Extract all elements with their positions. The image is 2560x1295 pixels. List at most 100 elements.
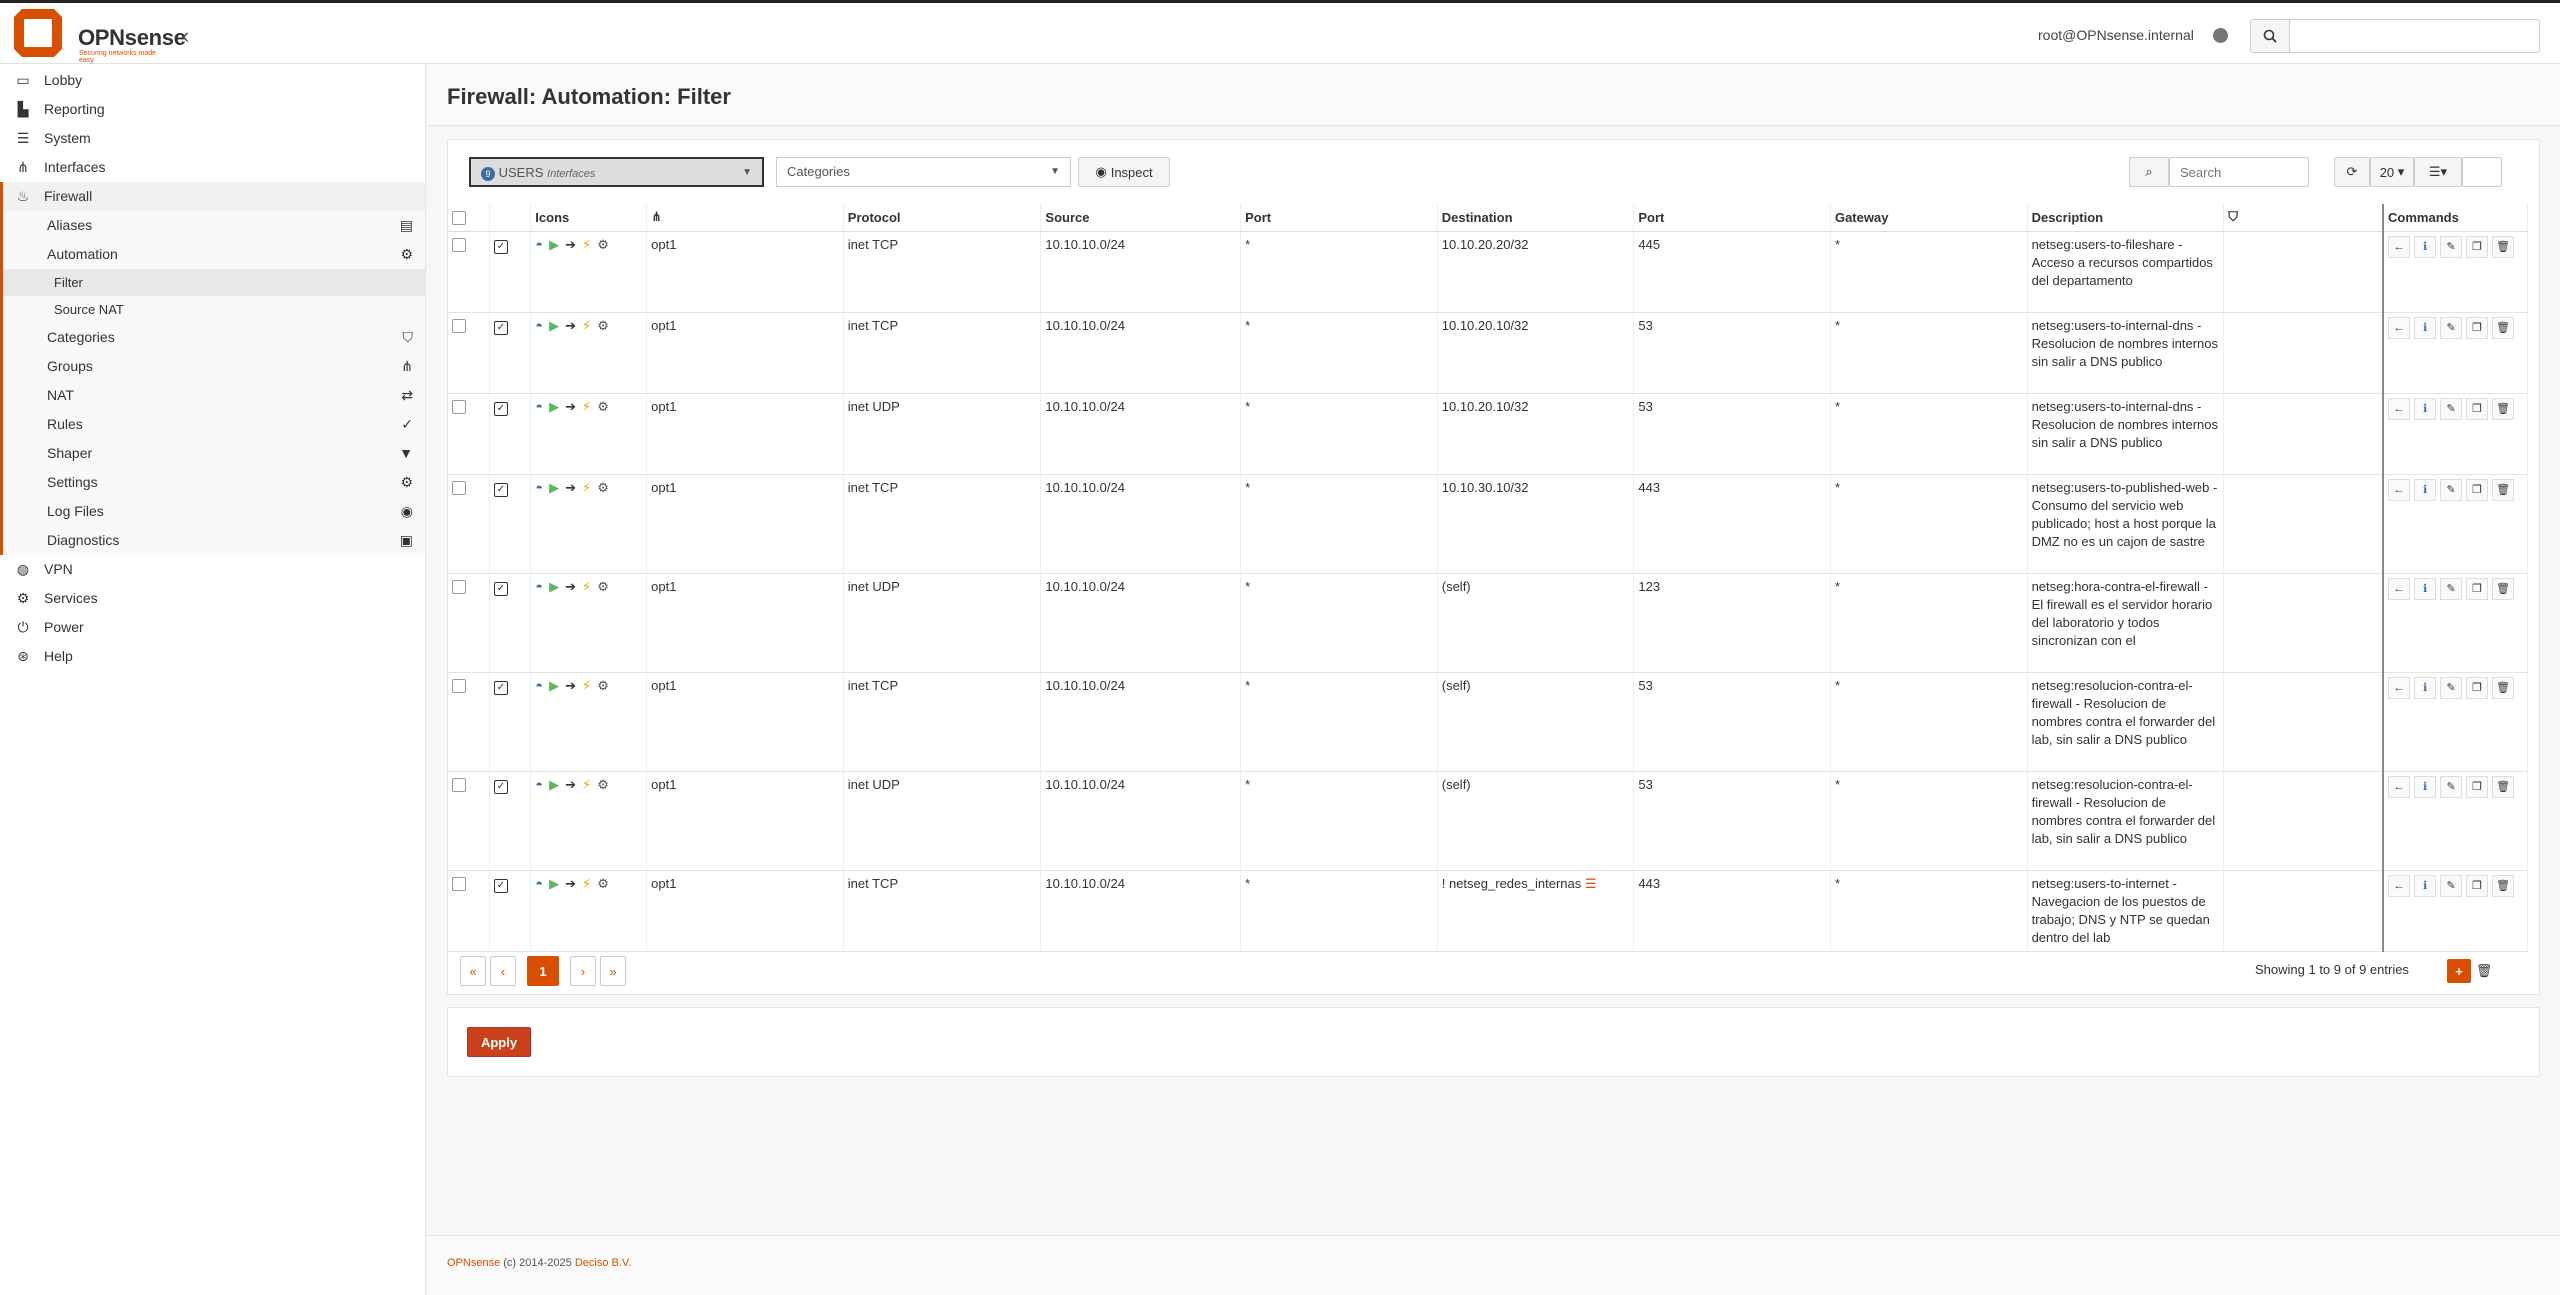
row-enabled-toggle[interactable]: ✓ (489, 573, 532, 673)
column-header-interface[interactable]: ⋔ (646, 204, 844, 232)
edit-icon[interactable]: ✎ (2440, 478, 2463, 501)
info-icon[interactable]: ℹ (2414, 478, 2437, 501)
sidebar-item-automation[interactable]: Automation ⚙ (0, 240, 425, 269)
row-enabled-toggle[interactable]: ✓ (489, 393, 532, 475)
move-before-icon[interactable]: ← (2388, 397, 2411, 420)
table-row[interactable]: ✓ ◓ ▶ ➔ ⚡ ⚙ opt1 inet TCP 10.10.10.0/24 * 10.10.30… (448, 474, 2529, 574)
clone-icon[interactable]: ❐ (2466, 397, 2489, 420)
move-before-icon[interactable]: ← (2388, 775, 2411, 798)
move-before-icon[interactable]: ← (2388, 676, 2411, 699)
sidebar-item-services[interactable]: ⚙ Services (0, 584, 425, 613)
sidebar-item-nat[interactable]: NAT ⇄ (0, 381, 425, 410)
column-header-protocol[interactable]: Protocol (843, 204, 1042, 232)
table-row[interactable]: ✓ ◓ ▶ ➔ ⚡ ⚙ opt1 inet UDP 10.10.10.0/24 * (self) 53… (448, 771, 2529, 871)
edit-icon[interactable]: ✎ (2440, 235, 2463, 258)
last-page-button[interactable]: » (600, 956, 626, 986)
row-select-checkbox[interactable] (448, 312, 490, 394)
column-header-destination-port[interactable]: Port (1633, 204, 1831, 232)
table-search-button[interactable]: ⌕ (2129, 157, 2169, 187)
sidebar-collapse-icon[interactable]: ‹ (182, 23, 189, 49)
row-enabled-toggle[interactable]: ✓ (489, 771, 532, 871)
row-select-checkbox[interactable] (448, 231, 490, 313)
pass-icon[interactable]: ▶ (549, 399, 559, 414)
prev-page-button[interactable]: ‹ (490, 956, 516, 986)
select-all-checkbox[interactable] (448, 204, 490, 232)
sidebar-item-filter[interactable]: Filter (0, 269, 425, 296)
sidebar-item-help[interactable]: ⊛ Help (0, 642, 425, 671)
refresh-button[interactable]: ⟳ (2334, 157, 2370, 187)
opnsense-logo[interactable]: OPNsense Securing networks made easy (10, 9, 186, 64)
clone-icon[interactable]: ❐ (2466, 775, 2489, 798)
pass-icon[interactable]: ▶ (549, 876, 559, 891)
table-search-input[interactable] (2169, 157, 2309, 187)
search-button[interactable] (2250, 19, 2290, 53)
sidebar-item-source-nat[interactable]: Source NAT (0, 296, 425, 323)
move-before-icon[interactable]: ← (2388, 316, 2411, 339)
footer-brand-link[interactable]: OPNsense (447, 1257, 500, 1269)
move-before-icon[interactable]: ← (2388, 235, 2411, 258)
trash-icon[interactable]: 🗑 (2492, 676, 2515, 699)
trash-icon[interactable]: 🗑 (2492, 577, 2515, 600)
info-icon[interactable]: ℹ (2414, 316, 2437, 339)
edit-icon[interactable]: ✎ (2440, 874, 2463, 897)
footer-company-link[interactable]: Deciso B.V. (575, 1257, 631, 1269)
column-header-source-port[interactable]: Port (1240, 204, 1438, 232)
pass-icon[interactable]: ▶ (549, 237, 559, 252)
columns-select[interactable]: ☰▾ (2414, 157, 2462, 187)
clone-icon[interactable]: ❐ (2466, 577, 2489, 600)
sidebar-item-rules[interactable]: Rules ✓ (0, 410, 425, 439)
edit-icon[interactable]: ✎ (2440, 577, 2463, 600)
status-indicator-icon[interactable] (2213, 28, 2228, 43)
move-before-icon[interactable]: ← (2388, 577, 2411, 600)
sidebar-item-groups[interactable]: Groups ⋔ (0, 352, 425, 381)
table-row[interactable]: ✓ ◓ ▶ ➔ ⚡ ⚙ opt1 inet UDP 10.10.10.0/24 * 10.10.20… (448, 393, 2529, 475)
row-select-checkbox[interactable] (448, 573, 490, 673)
inspect-button[interactable]: ◉ Inspect (1078, 157, 1170, 187)
sidebar-item-power[interactable]: ⏻ Power (0, 613, 425, 642)
pass-icon[interactable]: ▶ (549, 318, 559, 333)
next-page-button[interactable]: › (570, 956, 596, 986)
first-page-button[interactable]: « (460, 956, 486, 986)
trash-icon[interactable]: 🗑 (2492, 235, 2515, 258)
edit-icon[interactable]: ✎ (2440, 775, 2463, 798)
trash-icon[interactable]: 🗑 (2492, 478, 2515, 501)
column-header-icons[interactable]: Icons (530, 204, 648, 232)
delete-selected-button[interactable]: 🗑 (2474, 959, 2494, 983)
info-icon[interactable]: ℹ (2414, 397, 2437, 420)
table-row[interactable]: ✓ ◓ ▶ ➔ ⚡ ⚙ opt1 inet UDP 10.10.10.0/24 * (self) 12… (448, 573, 2529, 673)
pass-icon[interactable]: ▶ (549, 678, 559, 693)
clone-icon[interactable]: ❐ (2466, 235, 2489, 258)
sidebar-item-firewall[interactable]: ♨ Firewall (0, 182, 425, 211)
clone-icon[interactable]: ❐ (2466, 478, 2489, 501)
sidebar-item-reporting[interactable]: ▙ Reporting (0, 95, 425, 124)
global-search-input[interactable] (2290, 19, 2540, 53)
trash-icon[interactable]: 🗑 (2492, 316, 2515, 339)
row-select-checkbox[interactable] (448, 393, 490, 475)
edit-icon[interactable]: ✎ (2440, 397, 2463, 420)
trash-icon[interactable]: 🗑 (2492, 874, 2515, 897)
column-header-description[interactable]: Description (2027, 204, 2225, 232)
row-enabled-toggle[interactable]: ✓ (489, 474, 532, 574)
move-before-icon[interactable]: ← (2388, 874, 2411, 897)
sidebar-item-diagnostics[interactable]: Diagnostics ▣ (0, 526, 425, 555)
sidebar-item-system[interactable]: ☰ System (0, 124, 425, 153)
sidebar-item-log-files[interactable]: Log Files ◉ (0, 497, 425, 526)
info-icon[interactable]: ℹ (2414, 235, 2437, 258)
table-row[interactable]: ✓ ◓ ▶ ➔ ⚡ ⚙ opt1 inet TCP 10.10.10.0/24 * 10.10.20… (448, 231, 2529, 313)
user-menu[interactable]: root@OPNsense.internal (2038, 27, 2194, 43)
info-icon[interactable]: ℹ (2414, 676, 2437, 699)
table-row[interactable]: ✓ ◓ ▶ ➔ ⚡ ⚙ opt1 inet TCP 10.10.10.0/24 * 10.10.20… (448, 312, 2529, 394)
info-icon[interactable]: ℹ (2414, 577, 2437, 600)
pass-icon[interactable]: ▶ (549, 579, 559, 594)
edit-icon[interactable]: ✎ (2440, 676, 2463, 699)
edit-icon[interactable]: ✎ (2440, 316, 2463, 339)
row-enabled-toggle[interactable]: ✓ (489, 870, 532, 952)
clone-icon[interactable]: ❐ (2466, 676, 2489, 699)
row-enabled-toggle[interactable]: ✓ (489, 312, 532, 394)
clone-icon[interactable]: ❐ (2466, 316, 2489, 339)
clone-icon[interactable]: ❐ (2466, 874, 2489, 897)
sidebar-item-categories[interactable]: Categories ⛉ (0, 323, 425, 352)
info-icon[interactable]: ℹ (2414, 874, 2437, 897)
alias-list-icon[interactable]: ☰ (1585, 876, 1597, 891)
move-before-icon[interactable]: ← (2388, 478, 2411, 501)
